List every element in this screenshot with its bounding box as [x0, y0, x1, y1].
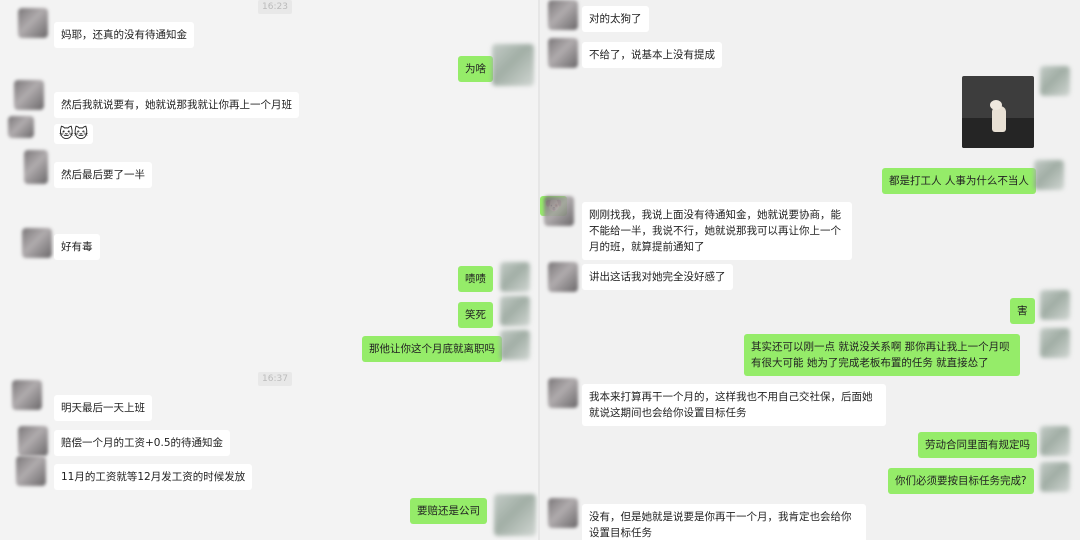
avatar — [544, 196, 574, 226]
avatar — [8, 116, 34, 138]
avatar — [1040, 66, 1070, 96]
message-bubble[interactable]: 明天最后一天上班 — [54, 395, 152, 421]
message-bubble-sent[interactable]: 都是打工人 人事为什么不当人 — [882, 168, 1036, 194]
message-bubble[interactable]: 没有，但是她就是说要是你再干一个月，我肯定也会给你设置目标任务 — [582, 504, 866, 540]
avatar — [1040, 290, 1070, 320]
avatar — [18, 426, 48, 456]
message-bubble[interactable]: 然后我就说要有，她就说那我就让你再上一个月班 — [54, 92, 299, 118]
avatar — [16, 456, 46, 486]
message-bubble[interactable]: 我本来打算再干一个月的，这样我也不用自己交社保，后面她就说这期间也会给你设置目标… — [582, 384, 886, 426]
avatar — [500, 262, 530, 292]
message-bubble-sent[interactable]: 劳动合同里面有规定吗 — [918, 432, 1037, 458]
avatar — [548, 378, 578, 408]
message-bubble[interactable]: 不给了，说基本上没有提成 — [582, 42, 722, 68]
right-chat-panel: 对的太狗了 不给了，说基本上没有提成 都是打工人 人事为什么不当人 🐶 刚刚找我… — [540, 0, 1080, 540]
timestamp: 16:37 — [258, 372, 292, 386]
message-bubble[interactable]: 刚刚找我，我说上面没有待通知金，她就说要协商，能不能给一半，我说不行，她就说那我… — [582, 202, 852, 260]
avatar — [492, 44, 534, 86]
message-bubble-sent[interactable]: 为啥 — [458, 56, 493, 82]
avatar — [1034, 160, 1064, 190]
avatar — [1040, 426, 1070, 456]
avatar — [548, 262, 578, 292]
message-bubble-sent[interactable]: 那他让你这个月底就离职吗 — [362, 336, 502, 362]
message-bubble-sent[interactable]: 要赔还是公司 — [410, 498, 487, 524]
avatar — [494, 494, 536, 536]
avatar — [24, 150, 48, 184]
avatar — [500, 330, 530, 360]
emoji-message[interactable]: 🐱🐱 — [54, 124, 94, 144]
message-bubble[interactable]: 赔偿一个月的工资+0.5的待通知金 — [54, 430, 230, 456]
avatar — [548, 38, 578, 68]
message-bubble[interactable]: 讲出这话我对她完全没好感了 — [582, 264, 733, 290]
message-bubble-sent[interactable]: 啧啧 — [458, 266, 493, 292]
avatar — [12, 380, 42, 410]
message-bubble[interactable]: 好有毒 — [54, 234, 100, 260]
avatar — [548, 498, 578, 528]
message-bubble-sent[interactable]: 你们必须要按目标任务完成? — [888, 468, 1034, 494]
avatar — [1040, 328, 1070, 358]
message-bubble-sent[interactable]: 害 — [1010, 298, 1035, 324]
message-bubble[interactable]: 对的太狗了 — [582, 6, 649, 32]
message-bubble-sent[interactable]: 笑死 — [458, 302, 493, 328]
avatar — [1040, 462, 1070, 492]
avatar — [22, 228, 52, 258]
image-message[interactable] — [962, 76, 1034, 148]
avatar — [18, 8, 48, 38]
message-bubble[interactable]: 妈耶，还真的没有待通知金 — [54, 22, 194, 48]
message-bubble[interactable]: 然后最后要了一半 — [54, 162, 152, 188]
avatar — [548, 0, 578, 30]
avatar — [14, 80, 44, 110]
avatar — [500, 296, 530, 326]
message-bubble-sent[interactable]: 其实还可以刚一点 就说没关系啊 那你再让我上一个月呗 有很大可能 她为了完成老板… — [744, 334, 1020, 376]
left-chat-panel: 16:23 妈耶，还真的没有待通知金 为啥 然后我就说要有，她就说那我就让你再上… — [0, 0, 538, 540]
timestamp: 16:23 — [258, 0, 292, 14]
message-bubble[interactable]: 11月的工资就等12月发工资的时候发放 — [54, 464, 253, 490]
